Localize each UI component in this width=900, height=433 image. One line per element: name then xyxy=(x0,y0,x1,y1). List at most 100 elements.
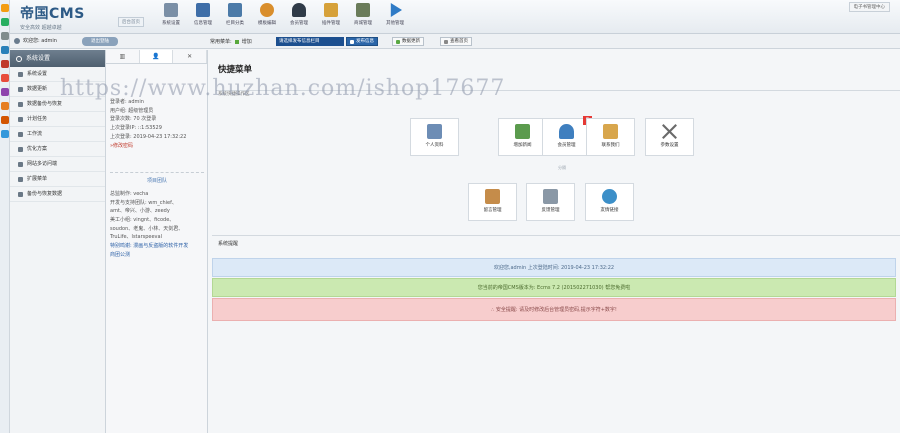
column-icon xyxy=(228,3,242,17)
tab-close[interactable]: ✕ xyxy=(173,50,208,63)
info-panel: ▥ 👤 ✕ 登录者: admin 用户组: 超级管理员 登录次数: 70 次登录… xyxy=(106,50,208,433)
quick-menu-label: 常用菜单: 增加 xyxy=(210,38,252,45)
card-contact[interactable]: 联系我们 xyxy=(586,118,635,156)
card-divider: 分隔 xyxy=(558,165,566,170)
team-line: TruLife、lstarspeeval xyxy=(110,234,162,241)
app-dock xyxy=(0,0,10,433)
logout-button[interactable]: 退出登陆 xyxy=(82,37,118,46)
dock-app-icon[interactable] xyxy=(1,116,9,124)
version-alert: 您当前的帝国CMS版本为: Ecms 7.2 (201502271030) 帮您… xyxy=(212,278,896,297)
info-tabs: ▥ 👤 ✕ xyxy=(106,50,208,64)
tab-user[interactable]: 👤 xyxy=(139,50,174,63)
user-group: 用户组: 超级管理员 xyxy=(110,107,154,114)
main-content: 快捷菜单 系统快捷操作区 个人资料 增加新闻 会员管理 0 联系我们 参数设置 … xyxy=(208,50,900,433)
last-ip: 上次登录IP: ::1:53529 xyxy=(110,125,162,132)
modify-password-link[interactable]: »修改密码 xyxy=(110,142,204,151)
template-icon xyxy=(260,3,274,17)
column-select[interactable]: 请选择发布信息栏目 xyxy=(276,37,344,46)
menu-icon xyxy=(18,161,23,167)
nav-other[interactable]: 其他管理 xyxy=(379,3,411,26)
last-login: 上次登录: 2019-04-23 17:32:22 xyxy=(110,133,187,140)
view-home-button[interactable]: 查看首页 xyxy=(440,37,472,46)
menu-item-restore[interactable]: 备份与恢复数据 xyxy=(10,187,105,202)
dock-app-icon[interactable] xyxy=(1,130,9,138)
links-icon xyxy=(602,189,617,204)
security-alert: ∴ 安全提醒: 请及时修改后台管理员密码,提示字符+数字! xyxy=(212,298,896,321)
menu-header[interactable]: 系统设置 xyxy=(10,50,105,67)
team-line: 特别鸣谢: 漫画与反盗版的软件开发 xyxy=(110,243,189,250)
member-manage-icon xyxy=(559,124,574,139)
card-guestbook[interactable]: 留言管理 xyxy=(468,183,517,221)
menu-item-tasks[interactable]: 计划任务 xyxy=(10,112,105,127)
menu-icon xyxy=(18,86,23,92)
notice-title: 系统提醒 xyxy=(218,241,239,247)
notice-divider xyxy=(212,235,900,236)
dock-app-icon[interactable] xyxy=(1,60,9,68)
menu-item-optimize[interactable]: 优化方案 xyxy=(10,142,105,157)
dock-app-icon[interactable] xyxy=(1,88,9,96)
logo-title: 帝国CMS xyxy=(20,6,85,22)
dock-app-icon[interactable] xyxy=(1,102,9,110)
nav-member[interactable]: 会员管理 xyxy=(283,3,315,26)
refresh-icon xyxy=(396,39,400,44)
nav-plugin[interactable]: 插件管理 xyxy=(315,3,347,26)
dock-app-icon[interactable] xyxy=(1,46,9,54)
logo[interactable]: 帝国CMS 安全高效 超越卓越 xyxy=(20,3,110,31)
menu-icon xyxy=(18,116,23,122)
nav-column[interactable]: 栏目分类 xyxy=(219,3,251,26)
other-icon xyxy=(390,3,402,17)
settings-icon xyxy=(662,124,677,139)
guestbook-icon xyxy=(485,189,500,204)
card-settings[interactable]: 参数设置 xyxy=(645,118,694,156)
home-icon xyxy=(444,39,448,44)
menu-item-multi-access[interactable]: 网站多访问端 xyxy=(10,157,105,172)
nav-shop[interactable]: 商城管理 xyxy=(347,3,379,26)
home-badge[interactable]: 后台首页 xyxy=(118,17,144,27)
page-title: 快捷菜单 xyxy=(218,65,253,75)
card-feedback[interactable]: 反馈管理 xyxy=(526,183,575,221)
card-member-manage[interactable]: 会员管理 0 xyxy=(542,116,592,156)
dock-app-icon[interactable] xyxy=(1,18,9,26)
plugin-icon xyxy=(324,3,338,17)
menu-icon xyxy=(18,101,23,107)
update-data-button[interactable]: 数据更新 xyxy=(392,37,424,46)
menu-icon xyxy=(18,176,23,182)
team-line: 美工小组: vingnt、ficode、 xyxy=(110,217,175,224)
welcome-text: 欢迎您: admin xyxy=(14,37,57,44)
team-line: amt、帝兴、小游、zeedy xyxy=(110,208,170,215)
menu-item-workflow[interactable]: 工作流 xyxy=(10,127,105,142)
contact-icon xyxy=(603,124,618,139)
card-add-news[interactable]: 增加新闻 xyxy=(498,118,547,156)
quick-add-link[interactable]: 增加 xyxy=(242,38,252,45)
watermark: https://www.huzhan.com/ishop17677 xyxy=(60,76,506,101)
team-line: 开发与支持团队: wm_chief、 xyxy=(110,199,177,206)
card-links[interactable]: 友情链接 xyxy=(585,183,634,221)
top-nav: 系统设置 信息管理 栏目分类 模板编辑 会员管理 插件管理 商城管理 其他管理 xyxy=(155,3,411,26)
publish-icon xyxy=(350,39,354,44)
system-icon xyxy=(164,3,178,17)
menu-item-extend[interactable]: 扩展菜单 xyxy=(10,172,105,187)
nav-system[interactable]: 系统设置 xyxy=(155,3,187,26)
tab-list[interactable]: ▥ xyxy=(106,50,140,63)
dock-app-icon[interactable] xyxy=(1,74,9,82)
nav-info[interactable]: 信息管理 xyxy=(187,3,219,26)
add-icon xyxy=(234,39,239,44)
feedback-icon xyxy=(543,189,558,204)
nav-template[interactable]: 模板编辑 xyxy=(251,3,283,26)
profile-icon xyxy=(427,124,442,139)
card-profile[interactable]: 个人资料 xyxy=(410,118,459,156)
gear-icon xyxy=(16,55,22,62)
team-line: soudon、老鬼、小林、天剑君、 xyxy=(110,225,184,232)
dock-app-icon[interactable] xyxy=(1,32,9,40)
sub-toolbar: 欢迎您: admin 退出登陆 常用菜单: 增加 请选择发布信息栏目 发布信息 … xyxy=(10,34,900,49)
top-header: 帝国CMS 安全高效 超越卓越 后台首页 系统设置 信息管理 栏目分类 模板编辑… xyxy=(10,0,900,34)
publish-button[interactable]: 发布信息 xyxy=(346,37,378,46)
shop-icon xyxy=(356,3,370,17)
team-title: 项目团队 xyxy=(110,172,204,186)
dock-app-icon[interactable] xyxy=(1,4,9,12)
left-menu: 系统设置 系统设置 数据更新 数据备份与恢复 计划任务 工作流 优化方案 网站多… xyxy=(10,50,106,433)
menu-icon xyxy=(18,131,23,137)
ebook-manage-link[interactable]: 电子书管理中心 xyxy=(848,2,890,12)
menu-icon xyxy=(18,71,23,77)
login-alert: 欢迎您,admin 上次登陆时间: 2019-04-23 17:32:22 xyxy=(212,258,896,277)
